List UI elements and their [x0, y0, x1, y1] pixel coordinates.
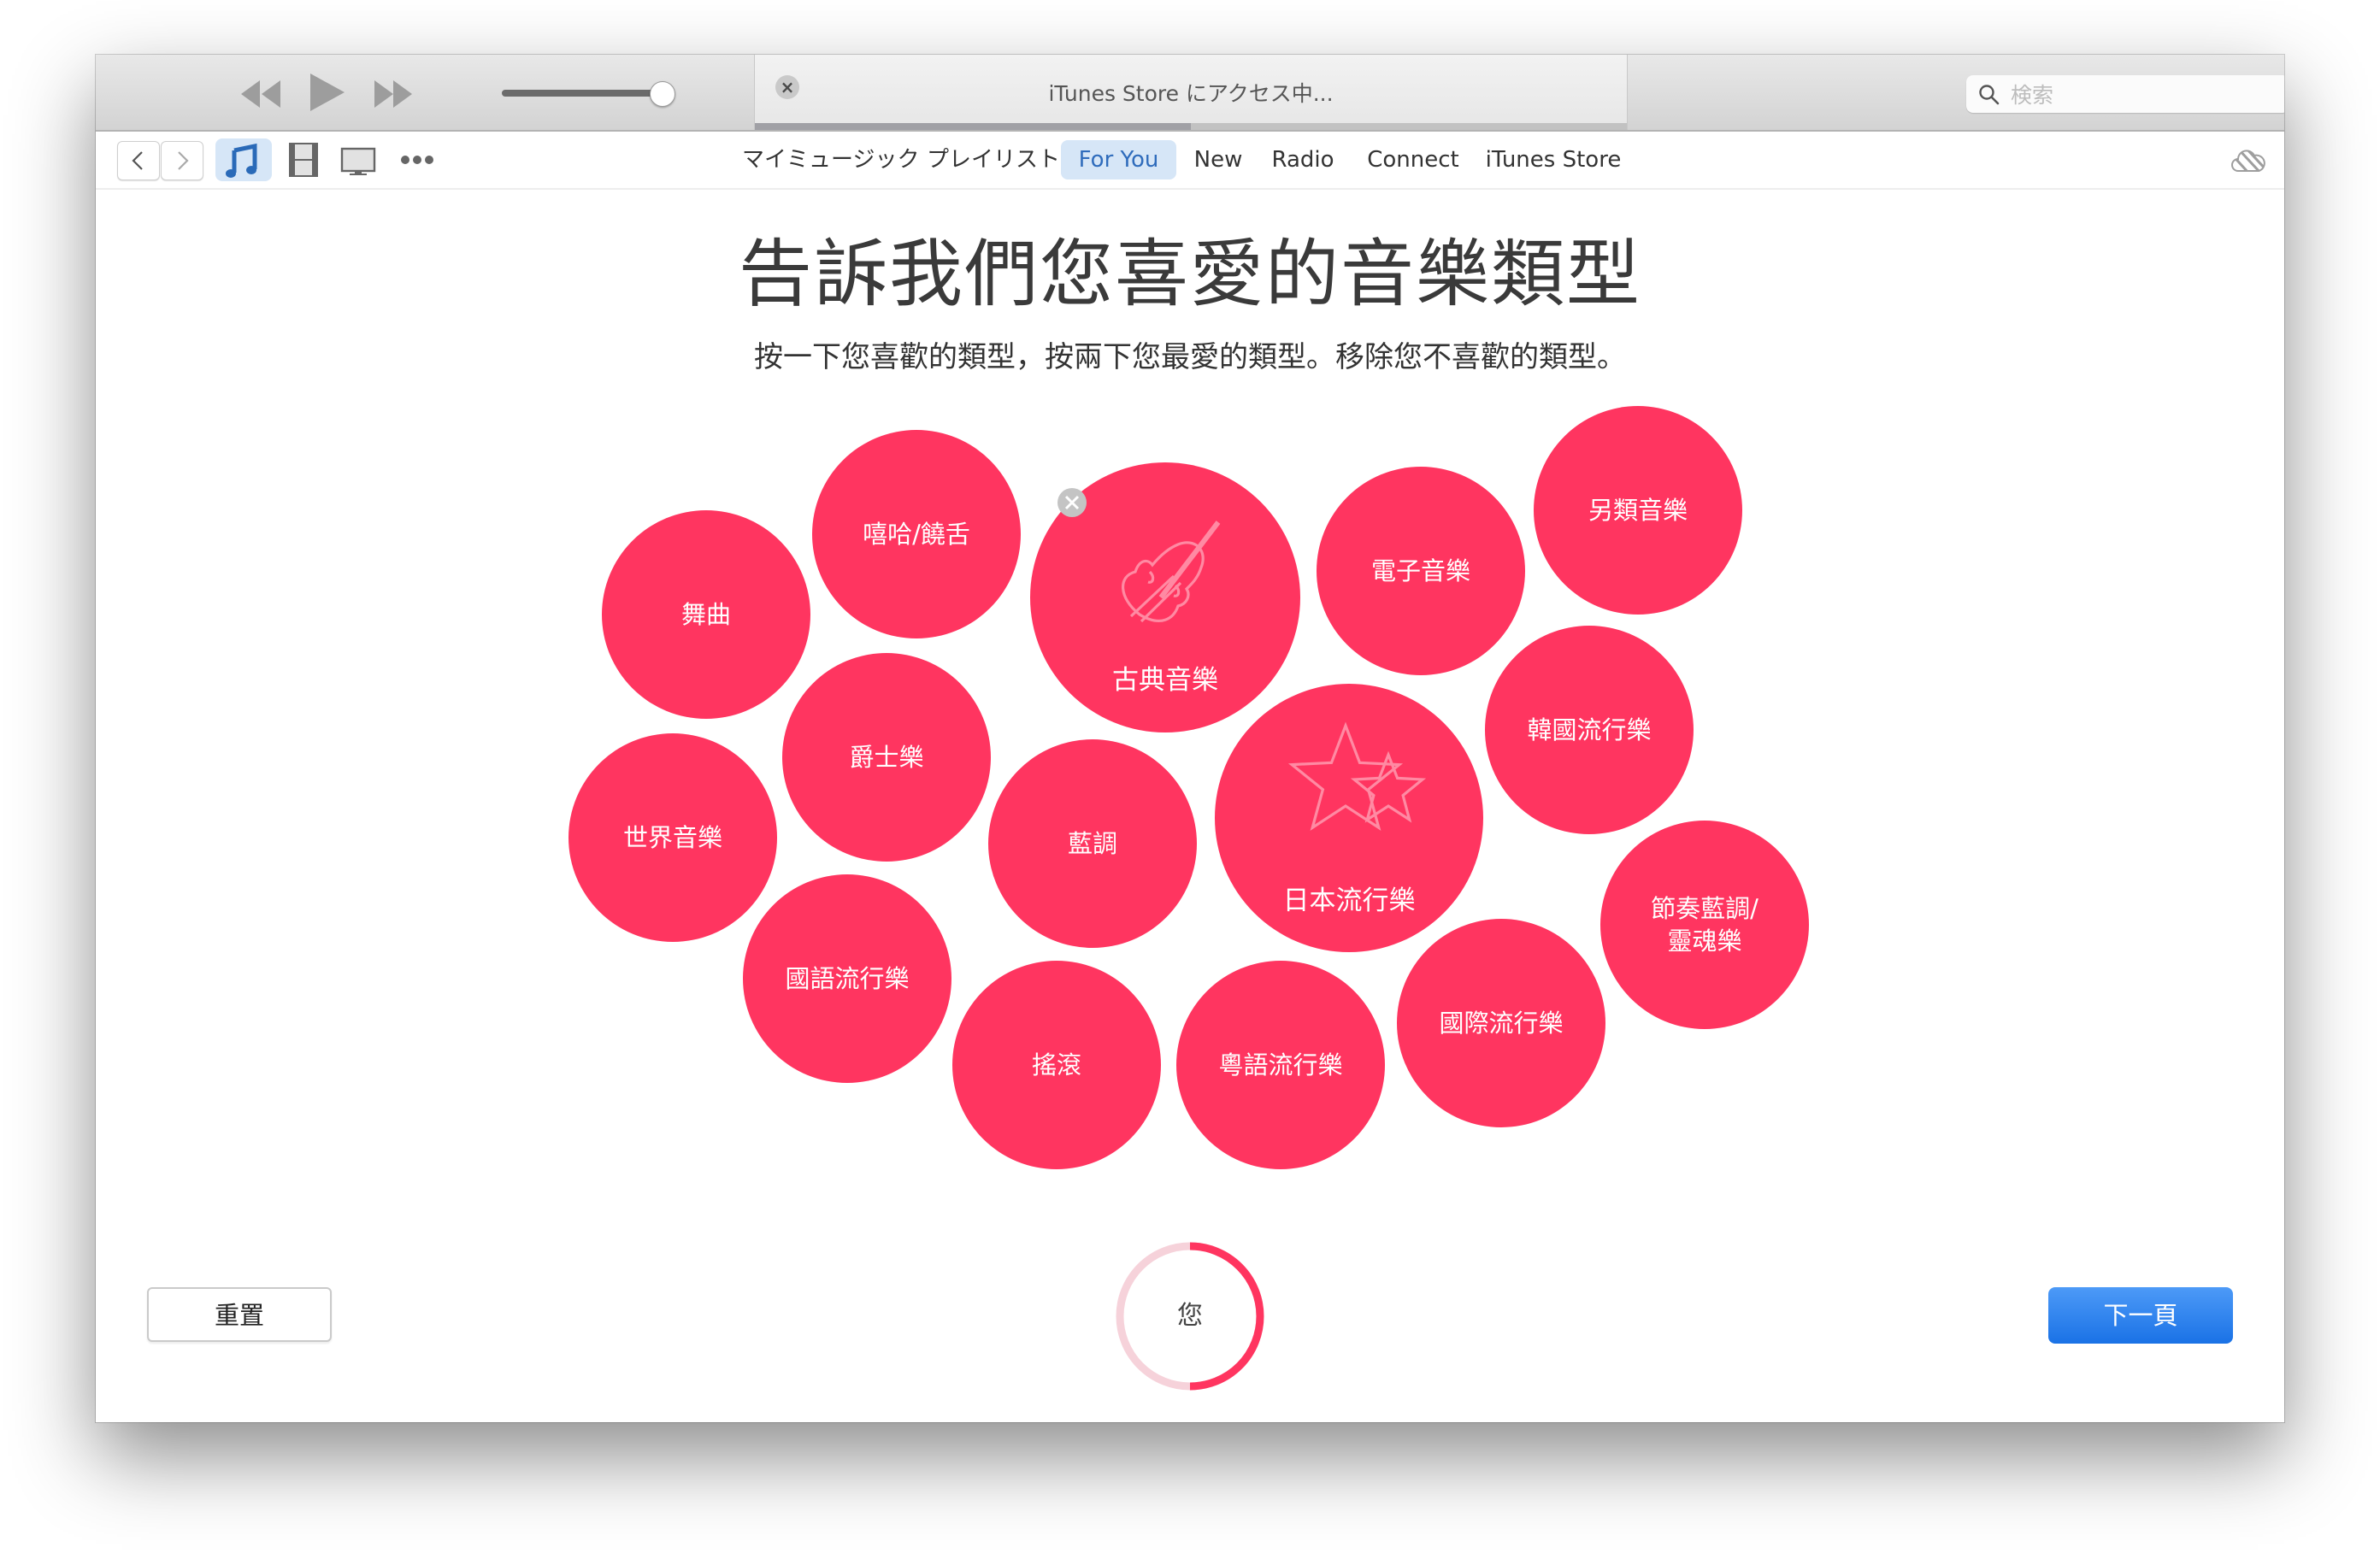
status-progress-fill [755, 123, 1191, 130]
status-text: iTunes Store にアクセス中... [1048, 81, 1334, 106]
tab-new[interactable]: New [1190, 140, 1246, 179]
search-field[interactable] [1966, 75, 2284, 115]
forward-button[interactable] [161, 141, 203, 180]
genre-bubble[interactable]: 世界音樂 [568, 733, 777, 942]
next-page-button[interactable]: 下一頁 [2048, 1287, 2233, 1344]
remove-genre-button[interactable] [1057, 488, 1087, 517]
cloud-status-icon[interactable] [2231, 149, 2265, 173]
rewind-icon [241, 80, 280, 108]
genre-label: 粵語流行樂 [1218, 1050, 1343, 1080]
genre-bubble[interactable]: 爵士樂 [782, 653, 991, 862]
genre-bubble[interactable]: 另類音樂 [1534, 406, 1742, 615]
genre-label: 另類音樂 [1588, 496, 1688, 525]
play-icon [310, 74, 345, 111]
tab-connect[interactable]: Connect [1365, 140, 1461, 179]
genre-label: 國際流行樂 [1439, 1009, 1564, 1038]
close-icon [1064, 495, 1080, 510]
genre-bubble[interactable]: 日本流行樂 [1215, 684, 1483, 952]
media-tv-button[interactable] [340, 138, 376, 181]
volume-slider-track[interactable] [502, 90, 666, 97]
progress-label: 您 [1177, 1301, 1203, 1331]
genre-label: 舞曲 [680, 600, 731, 629]
genre-label: 韓國流行樂 [1527, 715, 1652, 744]
genre-label: 搖滾 [1031, 1050, 1081, 1080]
play-button[interactable] [309, 72, 346, 113]
navigation-bar: マイミュージック プレイリスト For You New Radio Connec… [96, 132, 2284, 190]
tab-radio[interactable]: Radio [1270, 140, 1336, 179]
page-title: 告訴我們您喜愛的音樂類型 [739, 232, 1641, 317]
tv-icon [340, 147, 376, 175]
media-movies-button[interactable] [288, 138, 319, 181]
genre-label: 嘻哈/饒舌 [863, 520, 970, 549]
status-progress-bar [755, 123, 1627, 130]
volume-slider-knob[interactable] [650, 81, 675, 107]
genre-label: 國語流行樂 [785, 964, 910, 993]
genre-bubble[interactable]: 嘻哈/饒舌 [812, 430, 1021, 638]
genre-bubble[interactable]: 藍調 [988, 739, 1197, 948]
status-display: × iTunes Store にアクセス中... [754, 55, 1628, 130]
tab-for-you[interactable]: For You [1061, 140, 1176, 179]
search-input[interactable] [2009, 75, 2277, 115]
music-note-icon [226, 143, 257, 178]
back-button[interactable] [117, 141, 160, 180]
page-subtitle: 按一下您喜歡的類型，按兩下您最愛的類型。移除您不喜歡的類型。 [754, 340, 1626, 374]
toolbar: × iTunes Store にアクセス中... [96, 55, 2284, 132]
itunes-window: × iTunes Store にアクセス中... 検索 マイミュージック プレイ… [96, 55, 2284, 1422]
genre-label: 藍調 [1067, 829, 1117, 858]
rewind-button[interactable] [241, 79, 282, 109]
tab-my-music[interactable]: マイミュージック [742, 140, 919, 179]
fast-forward-button[interactable] [373, 79, 414, 109]
reset-button[interactable]: 重置 [147, 1287, 332, 1342]
chevron-right-icon [178, 151, 189, 170]
genre-bubble[interactable]: 節奏藍調/靈魂樂 [1600, 821, 1809, 1029]
tab-itunes-store[interactable]: iTunes Store [1472, 140, 1635, 179]
genre-bubble[interactable]: 搖滾 [952, 961, 1161, 1169]
genre-label: 爵士樂 [849, 743, 924, 772]
genre-bubble[interactable]: 電子音樂 [1317, 467, 1525, 675]
genre-label: 世界音樂 [622, 823, 722, 852]
tab-playlists[interactable]: プレイリスト [927, 140, 1060, 179]
film-icon [289, 143, 318, 177]
genre-label: 日本流行樂 [1282, 885, 1416, 916]
genre-label: 節奏藍調/靈魂樂 [1651, 894, 1758, 956]
search-icon [1979, 85, 2000, 105]
genre-bubble[interactable]: 國際流行樂 [1397, 919, 1605, 1127]
genre-bubble[interactable]: 舞曲 [602, 510, 810, 719]
genre-bubble[interactable]: 韓國流行樂 [1485, 626, 1694, 834]
genre-bubble[interactable]: 粵語流行樂 [1176, 961, 1385, 1169]
media-music-button[interactable] [215, 138, 272, 181]
chevron-left-icon [132, 151, 143, 170]
fast-forward-icon [374, 80, 412, 108]
media-more-button[interactable] [399, 138, 435, 181]
genre-bubble[interactable]: 國語流行樂 [743, 874, 951, 1083]
more-icon [401, 156, 433, 164]
genre-label: 電子音樂 [1370, 556, 1470, 585]
